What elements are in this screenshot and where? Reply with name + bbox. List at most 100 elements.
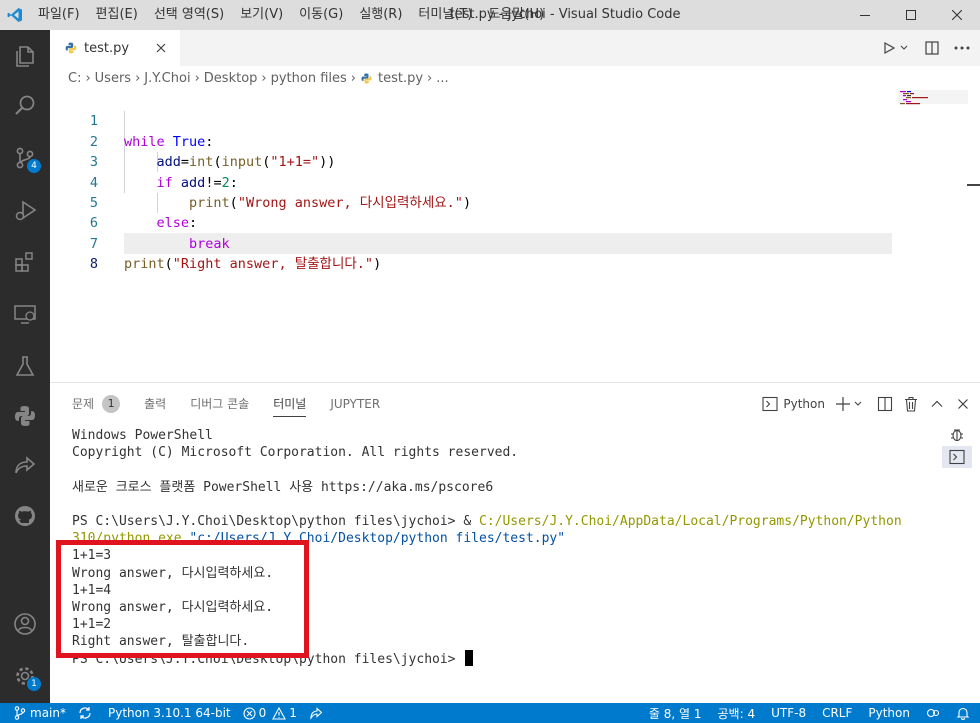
breadcrumb-drive[interactable]: C:: [68, 71, 81, 86]
accounts-button[interactable]: [0, 600, 50, 648]
breadcrumb-python-files[interactable]: python files: [271, 71, 347, 86]
maximize-panel-button[interactable]: [926, 392, 948, 416]
menu-file[interactable]: 파일(F): [30, 0, 88, 30]
tab-test-py[interactable]: test.py: [50, 30, 180, 66]
terminal-profile-label: Python: [783, 397, 825, 411]
status-encoding[interactable]: UTF-8: [763, 703, 814, 723]
breadcrumb-desktop[interactable]: Desktop: [204, 71, 258, 86]
code-line: 1 while True:: [50, 91, 890, 149]
feedback-icon: [926, 708, 940, 718]
tab-problems[interactable]: 문제 1: [72, 383, 121, 425]
bug-icon: [951, 429, 963, 442]
status-sync[interactable]: [72, 703, 98, 723]
tab-output[interactable]: 출력: [144, 383, 166, 425]
kill-terminal-button[interactable]: [900, 392, 922, 416]
python-icon: [15, 406, 35, 426]
status-feedback[interactable]: [918, 703, 948, 723]
tab-close-icon[interactable]: [154, 41, 168, 55]
code-line: 6 break: [50, 193, 890, 251]
tab-terminal-label: 터미널: [273, 397, 307, 411]
split-editor-button[interactable]: [920, 36, 944, 60]
status-language[interactable]: Python: [860, 703, 918, 723]
tab-terminal[interactable]: 터미널: [273, 383, 307, 425]
python-button[interactable]: [0, 392, 50, 440]
warning-icon: [272, 706, 287, 720]
split-terminal-button[interactable]: [874, 392, 896, 416]
source-control-button[interactable]: 4: [0, 134, 50, 182]
split-editor-icon: [925, 41, 939, 55]
ellipsis-icon: [954, 46, 970, 50]
terminal-cursor: [465, 650, 474, 667]
testing-button[interactable]: [0, 342, 50, 390]
close-panel-button[interactable]: [952, 392, 974, 416]
menu-bar: 파일(F) 편집(E) 선택 영역(S) 보기(V) 이동(G) 실행(R) 터…: [30, 0, 552, 30]
split-terminal-icon: [877, 396, 893, 412]
vscode-logo-icon: [0, 0, 30, 30]
close-icon: [952, 10, 962, 20]
new-terminal-button[interactable]: [832, 392, 870, 416]
code-line: 2 add=int(input("1+1=")): [50, 111, 890, 170]
extensions-button[interactable]: [0, 238, 50, 286]
terminal-list-item-python[interactable]: [942, 446, 972, 468]
search-button[interactable]: [0, 82, 50, 130]
run-debug-button[interactable]: [0, 186, 50, 234]
status-branch[interactable]: main*: [0, 703, 72, 723]
chevron-right-icon: ›: [85, 70, 91, 86]
terminal-line: Copyright (C) Microsoft Corporation. All…: [72, 445, 519, 461]
status-indentation[interactable]: 공백: 4: [710, 703, 764, 723]
close-icon: [958, 399, 968, 409]
menu-go[interactable]: 이동(G): [291, 0, 351, 30]
python-file-icon: [65, 42, 77, 54]
status-right: 줄 8, 열 1 공백: 4 UTF-8 CRLF Python: [641, 703, 980, 723]
maximize-icon: [906, 10, 916, 20]
code-editor[interactable]: 1 while True: 2 add=int(input("1+1=")) 3…: [50, 90, 980, 382]
tab-debug-console[interactable]: 디버그 콘솔: [190, 383, 249, 425]
tab-jupyter[interactable]: JUPYTER: [330, 383, 380, 425]
menu-view[interactable]: 보기(V): [232, 0, 291, 30]
breadcrumb-users[interactable]: Users: [95, 71, 131, 86]
git-branch-icon: [14, 706, 26, 720]
menu-help[interactable]: 도움말(H): [480, 0, 552, 30]
punct: (: [164, 256, 173, 273]
status-notifications[interactable]: [948, 703, 980, 723]
status-problems[interactable]: 0 1: [237, 703, 303, 723]
bell-icon: [956, 707, 970, 720]
menu-selection[interactable]: 선택 영역(S): [146, 0, 232, 30]
live-share-button[interactable]: [0, 442, 50, 490]
minimize-button[interactable]: [842, 0, 888, 30]
tab-jupyter-label: JUPYTER: [330, 397, 381, 411]
extensions-icon: [15, 252, 33, 272]
breadcrumb-file[interactable]: test.py: [378, 71, 423, 86]
terminal-profile-selector[interactable]: Python: [759, 392, 828, 416]
branch-name: main*: [30, 706, 66, 720]
python-version: Python 3.10.1 64-bit: [107, 706, 231, 720]
remote-explorer-button[interactable]: [0, 290, 50, 338]
status-python-interpreter[interactable]: Python 3.10.1 64-bit: [102, 703, 237, 723]
maximize-button[interactable]: [888, 0, 934, 30]
github-button[interactable]: [0, 492, 50, 540]
tab-label: test.py: [84, 40, 130, 56]
title-bar: 파일(F) 편집(E) 선택 영역(S) 보기(V) 이동(G) 실행(R) 터…: [0, 0, 980, 30]
more-actions-button[interactable]: [950, 36, 974, 60]
explorer-button[interactable]: [0, 32, 50, 80]
breadcrumb-symbols[interactable]: ...: [436, 71, 448, 86]
remote-explorer-icon: [14, 305, 36, 324]
breadcrumb-user[interactable]: J.Y.Choi: [144, 71, 190, 86]
status-live-share[interactable]: [303, 703, 329, 723]
terminal-prompt: PS C:\Users\J.Y.Choi\Desktop\python file…: [72, 513, 479, 529]
menu-terminal[interactable]: 터미널(T): [410, 0, 480, 30]
menu-run[interactable]: 실행(R): [351, 0, 410, 30]
menu-edit[interactable]: 편집(E): [88, 0, 146, 30]
status-cursor-position[interactable]: 줄 8, 열 1: [641, 703, 710, 723]
code-line: 3 if add!=2:: [50, 132, 890, 190]
source-control-badge: 4: [27, 159, 41, 173]
minimap[interactable]: [898, 90, 968, 130]
terminal-list-item-debug[interactable]: [942, 423, 972, 445]
close-window-button[interactable]: [934, 0, 980, 30]
status-eol[interactable]: CRLF: [814, 703, 860, 723]
run-python-file-button[interactable]: [880, 36, 914, 60]
account-icon: [14, 613, 36, 635]
manage-button[interactable]: 1: [0, 652, 50, 700]
highlight-annotation-box: [56, 540, 309, 658]
